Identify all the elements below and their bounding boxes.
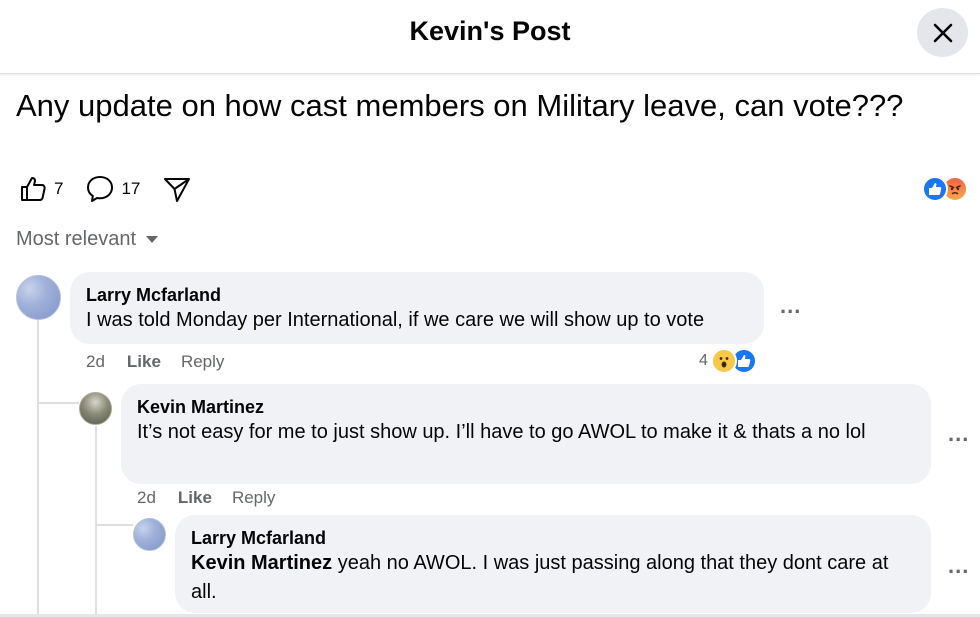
like-reaction-icon [922, 176, 948, 202]
post-dialog-header: Kevin's Post [0, 0, 980, 74]
avatar[interactable] [133, 518, 166, 551]
thread-line [95, 426, 97, 617]
thread-branch [37, 402, 79, 404]
comment-bubble: Kevin Martinez It’s not easy for me to j… [121, 384, 931, 484]
thread-line [37, 320, 39, 617]
comment-reactions[interactable]: 4 [699, 348, 757, 374]
post-text: Any update on how cast members on Milita… [16, 88, 904, 123]
comment-bubble: Larry Mcfarland I was told Monday per In… [70, 272, 764, 344]
comment-reply-button[interactable]: Reply [181, 352, 224, 372]
comment-text: I was told Monday per International, if … [86, 309, 705, 331]
comment-reaction-count: 4 [699, 352, 708, 369]
close-button[interactable] [917, 8, 968, 57]
comment-reply-button[interactable]: Reply [232, 488, 275, 508]
comment-like-button[interactable]: Like [178, 488, 212, 508]
comment-meta: 2d Like Reply [86, 352, 224, 372]
comment-button[interactable]: 17 [85, 174, 140, 204]
comment-icon [87, 176, 114, 202]
comment-more-button[interactable]: ... [780, 293, 801, 319]
comment-author[interactable]: Larry Mcfarland [191, 527, 915, 549]
comment-author[interactable]: Kevin Martinez [137, 396, 915, 418]
reactions-summary[interactable] [922, 176, 968, 202]
like-count: 7 [54, 179, 64, 198]
comment-count: 17 [121, 179, 141, 198]
mention-link[interactable]: Kevin Martinez [191, 552, 332, 574]
share-button[interactable] [162, 174, 192, 204]
sort-label: Most relevant [16, 228, 137, 250]
close-icon [933, 23, 952, 42]
dialog-title: Kevin's Post [409, 16, 571, 46]
comment-more-button[interactable]: ... [948, 553, 969, 579]
avatar[interactable] [16, 275, 61, 320]
wow-reaction-icon [710, 348, 737, 374]
thumbs-up-icon [21, 177, 46, 201]
comment-time[interactable]: 2d [86, 352, 105, 372]
comment-sort-dropdown[interactable]: Most relevant [16, 228, 159, 251]
avatar[interactable] [79, 392, 112, 425]
comment-text: Kevin Martinez yeah no AWOL. I was just … [191, 549, 915, 607]
caret-down-icon [146, 236, 159, 243]
comment-author[interactable]: Larry Mcfarland [86, 284, 748, 306]
post-actions: 7 17 [18, 172, 214, 206]
comment-more-button[interactable]: ... [948, 421, 969, 447]
comment-meta: 2d Like Reply [137, 488, 275, 508]
comment-time[interactable]: 2d [137, 488, 156, 508]
comment-like-button[interactable]: Like [127, 352, 161, 372]
share-icon [164, 178, 191, 202]
like-button[interactable]: 7 [18, 174, 63, 204]
thread-branch [95, 524, 133, 526]
comment-bubble: Larry Mcfarland Kevin Martinez yeah no A… [175, 515, 931, 613]
comment-text: It’s not easy for me to just show up. I’… [137, 421, 866, 443]
